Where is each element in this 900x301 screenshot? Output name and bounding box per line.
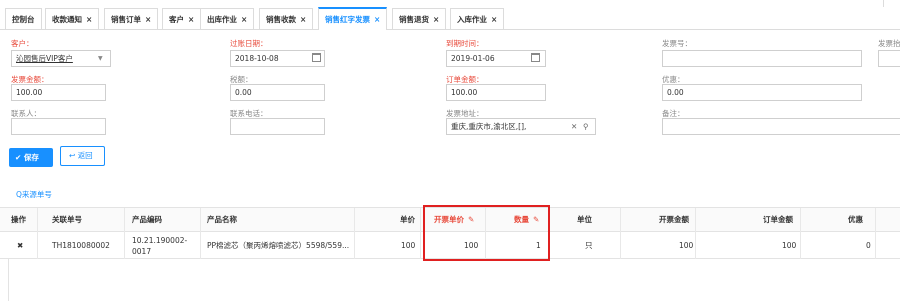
discount-field[interactable]: 0.00 [662, 84, 862, 101]
tab-bar: 控制台 收款通知 × 销售订单 × 客户 × 出库作业 × 销售收款 × 销售红字发票 × … [0, 0, 900, 30]
back-label: 返回 [77, 151, 93, 160]
posting-date-value: 2018-10-08 [235, 54, 279, 63]
header-op: 操作 [11, 215, 26, 224]
close-icon[interactable]: × [188, 15, 194, 24]
invoice-amount-value: 100.00 [16, 88, 43, 97]
save-button[interactable]: ✔ 保存 [9, 148, 53, 167]
posting-date-label: 过账日期： [230, 39, 268, 48]
invoice-title-label: 发票抬 [878, 39, 900, 48]
header-invoice-amount: 开票金额 [659, 215, 689, 224]
header-unit: 单位 [577, 215, 592, 224]
due-time-label: 到期时间： [446, 39, 484, 48]
column-divider [420, 208, 421, 259]
calendar-icon[interactable] [531, 53, 540, 62]
close-icon[interactable]: × [86, 15, 92, 24]
column-divider [620, 208, 621, 259]
posting-date-field[interactable]: 2018-10-08 [230, 50, 325, 67]
tab-sales-receipt[interactable]: 销售收款 × [259, 8, 314, 29]
address-value: 重庆,重庆市,渝北区,[], [451, 122, 527, 131]
back-button[interactable]: ↩ 返回 [60, 146, 105, 166]
return-arrow-icon: ↩ [69, 151, 76, 160]
customer-label: 客户： [11, 39, 34, 48]
tab-red-invoice[interactable]: 销售红字发票 × [318, 7, 388, 30]
column-divider [354, 208, 355, 259]
tab-receipt-notice[interactable]: 收款通知 × [45, 8, 100, 29]
calendar-icon[interactable] [312, 53, 321, 62]
cell-invoice-amount: 100 [679, 241, 694, 250]
tab-outbound[interactable]: 出库作业 × [200, 8, 255, 29]
close-icon[interactable]: × [241, 15, 247, 24]
customer-value: 沁园售后VIP客户 [16, 54, 73, 63]
tab-sales-return[interactable]: 销售退货 × [392, 8, 447, 29]
divider [8, 259, 9, 301]
cell-ref-no: TH1810080002 [52, 241, 110, 250]
tab-label: 收款通知 [52, 15, 82, 24]
divider [883, 0, 884, 7]
check-icon: ✔ [15, 153, 22, 162]
cell-price: 100 [401, 241, 416, 250]
tab-label: 销售退货 [399, 15, 429, 24]
column-divider [37, 208, 38, 259]
tab-label: 出库作业 [207, 15, 237, 24]
close-icon[interactable]: × [300, 15, 306, 24]
column-divider [800, 208, 801, 259]
tab-label: 控制台 [12, 15, 35, 24]
search-icon[interactable]: ⚲ [583, 119, 589, 134]
column-divider [124, 208, 125, 259]
cell-name: PP棉滤芯（聚丙烯熔喷滤芯）5598/559... [207, 241, 350, 250]
discount-value: 0.00 [667, 88, 684, 97]
header-discount: 优惠 [848, 215, 863, 224]
column-divider [200, 208, 201, 259]
close-icon[interactable]: × [491, 15, 497, 24]
tab-label: 销售红字发票 [325, 15, 370, 24]
tab-customer[interactable]: 客户 × [162, 8, 202, 29]
clear-icon[interactable]: ✕ [571, 119, 577, 134]
invoice-title-input[interactable] [878, 50, 900, 67]
order-amount-value: 100.00 [451, 88, 478, 97]
invoice-amount-field[interactable]: 100.00 [11, 84, 106, 101]
header-order-amount: 订单金额 [763, 215, 793, 224]
tab-label: 客户 [169, 15, 184, 24]
close-icon[interactable]: × [374, 15, 380, 24]
chevron-down-icon: ▼ [98, 55, 103, 62]
order-amount-field[interactable]: 100.00 [446, 84, 546, 101]
header-ref-no: 关联单号 [52, 215, 82, 224]
tab-console[interactable]: 控制台 [5, 8, 42, 29]
close-icon[interactable]: × [433, 15, 439, 24]
tab-label: 销售订单 [111, 15, 141, 24]
save-label: 保存 [23, 153, 39, 162]
remark-input[interactable] [662, 118, 900, 135]
column-divider [695, 208, 696, 259]
tab-label: 销售收款 [266, 15, 296, 24]
cell-order-amount: 100 [782, 241, 797, 250]
cell-code: 10.21.190002-0017 [132, 236, 188, 256]
header-code: 产品编码 [132, 215, 162, 224]
contact-input[interactable] [11, 118, 106, 135]
phone-input[interactable] [230, 118, 325, 135]
column-divider [875, 208, 876, 259]
invoice-no-input[interactable] [662, 50, 862, 67]
tax-value: 0.00 [235, 88, 252, 97]
tab-label: 入库作业 [457, 15, 487, 24]
close-icon[interactable]: × [145, 15, 151, 24]
due-time-field[interactable]: 2019-01-06 [446, 50, 546, 67]
annotation-highlight-box [423, 205, 550, 261]
delete-row-icon[interactable]: ✖ [17, 232, 23, 259]
cell-unit: 只 [585, 241, 593, 250]
header-price: 单价 [400, 215, 415, 224]
cell-discount: 0 [866, 241, 871, 250]
invoice-no-label: 发票号： [662, 39, 692, 48]
customer-select[interactable]: 沁园售后VIP客户 ▼ [11, 50, 111, 67]
address-field[interactable]: 重庆,重庆市,渝北区,[], ✕ ⚲ [446, 118, 596, 135]
tax-field[interactable]: 0.00 [230, 84, 325, 101]
source-order-link[interactable]: Q来源单号 [16, 189, 52, 200]
tab-sales-order[interactable]: 销售订单 × [104, 8, 159, 29]
due-time-value: 2019-01-06 [451, 54, 495, 63]
header-name: 产品名称 [207, 215, 237, 224]
tab-inbound[interactable]: 入库作业 × [450, 8, 505, 29]
